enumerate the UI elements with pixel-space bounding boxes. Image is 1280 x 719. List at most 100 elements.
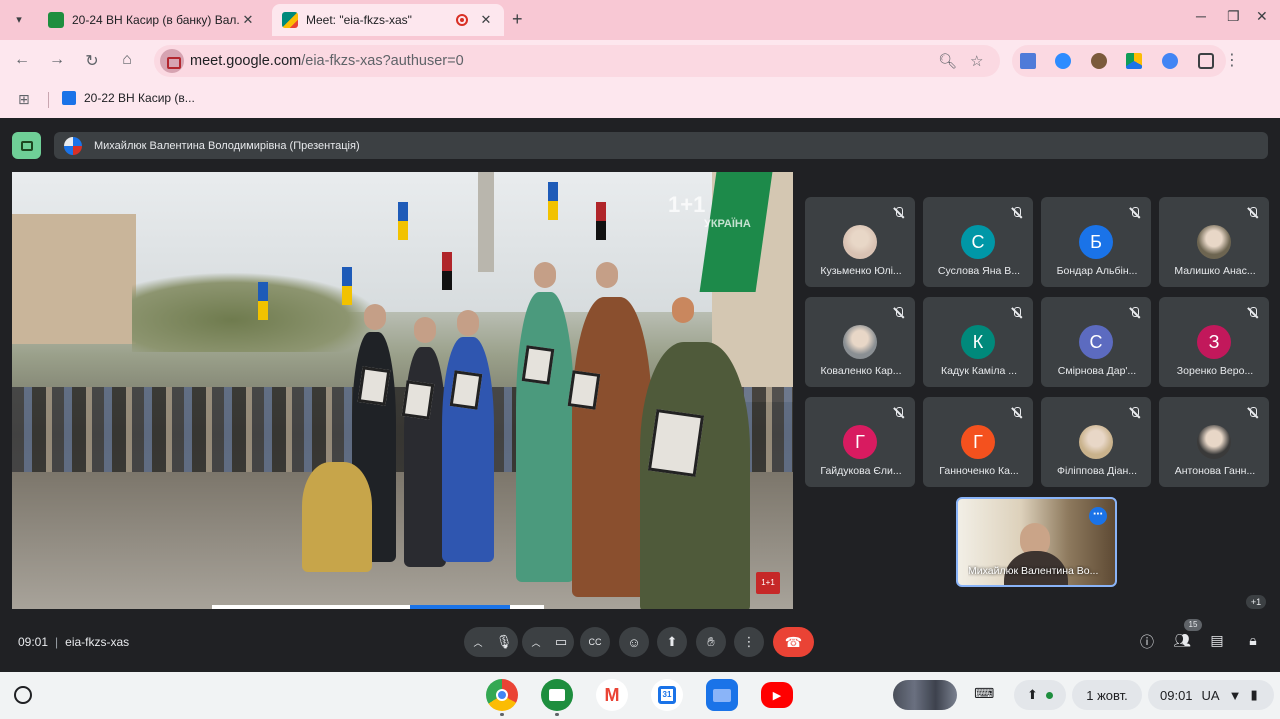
chat-icon[interactable]: ▤ — [1207, 632, 1227, 649]
meet-favicon-icon — [282, 12, 298, 28]
status-area[interactable]: 09:01 UA ▼ ▮ — [1148, 680, 1274, 710]
shelf-date: 1 жовт. — [1086, 687, 1128, 703]
holding-space-thumbnails[interactable] — [893, 680, 957, 710]
video-portrait — [521, 345, 555, 385]
bookmark-star-icon[interactable]: ☆ — [970, 52, 983, 70]
reload-icon[interactable]: ↻ — [82, 51, 102, 71]
captions-icon[interactable]: CC — [580, 627, 610, 657]
tab-search-chevron-icon[interactable]: ▾ — [8, 8, 30, 30]
restore-icon[interactable]: ❐ — [1227, 8, 1240, 25]
close-window-icon[interactable]: ✕ — [1256, 8, 1268, 25]
participant-name: Антонова Ганн... — [1174, 465, 1256, 477]
avatar: Б — [1079, 225, 1113, 259]
more-options-icon[interactable]: ⋮ — [734, 627, 764, 657]
drive-extension-icon[interactable] — [1126, 53, 1142, 69]
host-controls-icon[interactable]: 🔒︎ — [1243, 632, 1263, 649]
bookmark-cashier[interactable]: 20-22 ВН Касир (в... — [62, 91, 195, 105]
back-icon[interactable]: ← — [12, 51, 32, 69]
site-info-icon[interactable] — [160, 49, 184, 73]
participant-tile[interactable]: Коваленко Кар... — [805, 297, 915, 387]
date-pill[interactable]: 1 жовт. — [1072, 680, 1142, 710]
participant-name: Філіппова Діан... — [1056, 465, 1138, 477]
participant-tile[interactable]: Малишко Анас... — [1159, 197, 1269, 287]
camera-icon[interactable]: ▭ — [550, 627, 572, 657]
more-options-icon[interactable]: ⋯ — [1089, 507, 1107, 525]
mic-muted-icon — [1247, 307, 1259, 319]
mic-muted-icon — [1129, 407, 1141, 419]
avatar: Г — [843, 425, 877, 459]
shelf-clock: 09:01 — [1160, 687, 1193, 703]
tab-cashier-doc[interactable]: 20-24 ВН Касир (в банку) Вал... ✕ — [38, 4, 266, 36]
video-flag — [596, 202, 606, 240]
video-person — [442, 337, 494, 562]
present-icon — [20, 140, 33, 151]
participant-tile[interactable]: Г Ганноченко Ка... — [923, 397, 1033, 487]
mic-muted-icon — [1247, 407, 1259, 419]
raise-hand-icon[interactable]: ✋︎ — [696, 627, 726, 657]
more-participants-badge[interactable]: +1 — [1246, 595, 1266, 609]
participant-name: Кузьменко Юлі... — [820, 265, 902, 277]
notification-pill[interactable]: ⬆ — [1014, 680, 1066, 710]
participant-tile[interactable]: З Зоренко Веро... — [1159, 297, 1269, 387]
present-now-icon[interactable]: ⬆ — [657, 627, 687, 657]
presenter-avatar — [64, 136, 82, 155]
minimize-icon[interactable]: ─ — [1196, 8, 1206, 24]
extensions-area — [1012, 45, 1226, 77]
participant-tile[interactable]: С Суслова Яна В... — [923, 197, 1033, 287]
participant-tile[interactable]: Антонова Ганн... — [1159, 397, 1269, 487]
assistant-extension-icon[interactable] — [1162, 53, 1178, 69]
home-icon[interactable]: ⌂ — [117, 51, 137, 69]
browser-menu-icon[interactable]: ⋮ — [1224, 50, 1240, 70]
meeting-details-icon[interactable]: ⓘ — [1137, 632, 1157, 652]
participant-tile[interactable]: К Кадук Каміла ... — [923, 297, 1033, 387]
presentation-layout-button[interactable] — [12, 132, 41, 159]
gmail-app-icon[interactable]: M — [596, 679, 628, 711]
participant-name: Бондар Альбін... — [1056, 265, 1138, 277]
participant-tile[interactable]: Б Бондар Альбін... — [1041, 197, 1151, 287]
keyboard-icon[interactable]: ⌨ — [974, 685, 994, 702]
url-text: meet.google.com/eia-fkzs-xas?authuser=0 — [190, 53, 464, 69]
video-person — [302, 462, 372, 572]
youtube-app-icon[interactable]: ▶ — [761, 682, 793, 708]
participant-tile[interactable]: Г Гайдукова Єли... — [805, 397, 915, 487]
participant-tile[interactable]: Філіппова Діан... — [1041, 397, 1151, 487]
avatar: Г — [961, 425, 995, 459]
chromeos-shelf: M 31 ▶ ⌨ ⬆ 1 жовт. 09:01 UA ▼ ▮ — [0, 672, 1280, 719]
owl-extension-icon[interactable] — [1091, 53, 1107, 69]
participant-name: Гайдукова Єли... — [820, 465, 902, 477]
emoji-reactions-icon[interactable]: ☺ — [619, 627, 649, 657]
zoom-extension-icon[interactable] — [1055, 53, 1071, 69]
microphone-icon[interactable]: 🎙︎ — [492, 627, 516, 657]
people-icon[interactable]: 👥︎ — [1172, 632, 1192, 649]
files-app-icon[interactable] — [706, 679, 738, 711]
new-tab-button[interactable]: + — [512, 9, 523, 30]
tab-close-icon[interactable]: ✕ — [478, 12, 494, 28]
running-indicator — [500, 713, 504, 716]
channel-logo-text: 1+1 — [668, 192, 706, 217]
divider — [48, 92, 49, 108]
calendar-app-icon[interactable]: 31 — [651, 679, 683, 711]
participant-tile[interactable]: Кузьменко Юлі... — [805, 197, 915, 287]
tab-close-icon[interactable]: ✕ — [240, 12, 256, 28]
puzzle-extensions-icon[interactable] — [1198, 53, 1214, 69]
self-view-tile[interactable]: ⋯ Михайлюк Валентина Во... — [956, 497, 1117, 587]
avatar — [1197, 225, 1231, 259]
classroom-app-icon[interactable] — [541, 679, 573, 711]
tab-meet[interactable]: Meet: "eia-fkzs-xas" ✕ — [272, 4, 504, 36]
bookmark-label: 20-22 ВН Касир (в... — [84, 91, 195, 105]
chrome-app-icon[interactable] — [486, 679, 518, 711]
mic-muted-icon — [1011, 307, 1023, 319]
forward-icon[interactable]: → — [47, 51, 67, 69]
mic-options-chevron-icon[interactable]: ︿ — [464, 636, 492, 649]
video-portrait — [567, 370, 601, 410]
video-portrait — [449, 370, 483, 410]
send-extension-icon[interactable] — [1020, 53, 1036, 69]
address-bar[interactable]: meet.google.com/eia-fkzs-xas?authuser=0 … — [154, 45, 1000, 77]
zoom-icon[interactable]: 🔍︎ — [938, 52, 957, 70]
launcher-icon[interactable] — [14, 686, 32, 704]
running-indicator — [555, 713, 559, 716]
participant-tile[interactable]: С Смірнова Дар'... — [1041, 297, 1151, 387]
camera-options-chevron-icon[interactable]: ︿ — [522, 636, 550, 649]
leave-call-icon[interactable]: ☎︎ — [773, 627, 814, 657]
apps-grid-icon[interactable]: ⊞ — [18, 91, 30, 108]
